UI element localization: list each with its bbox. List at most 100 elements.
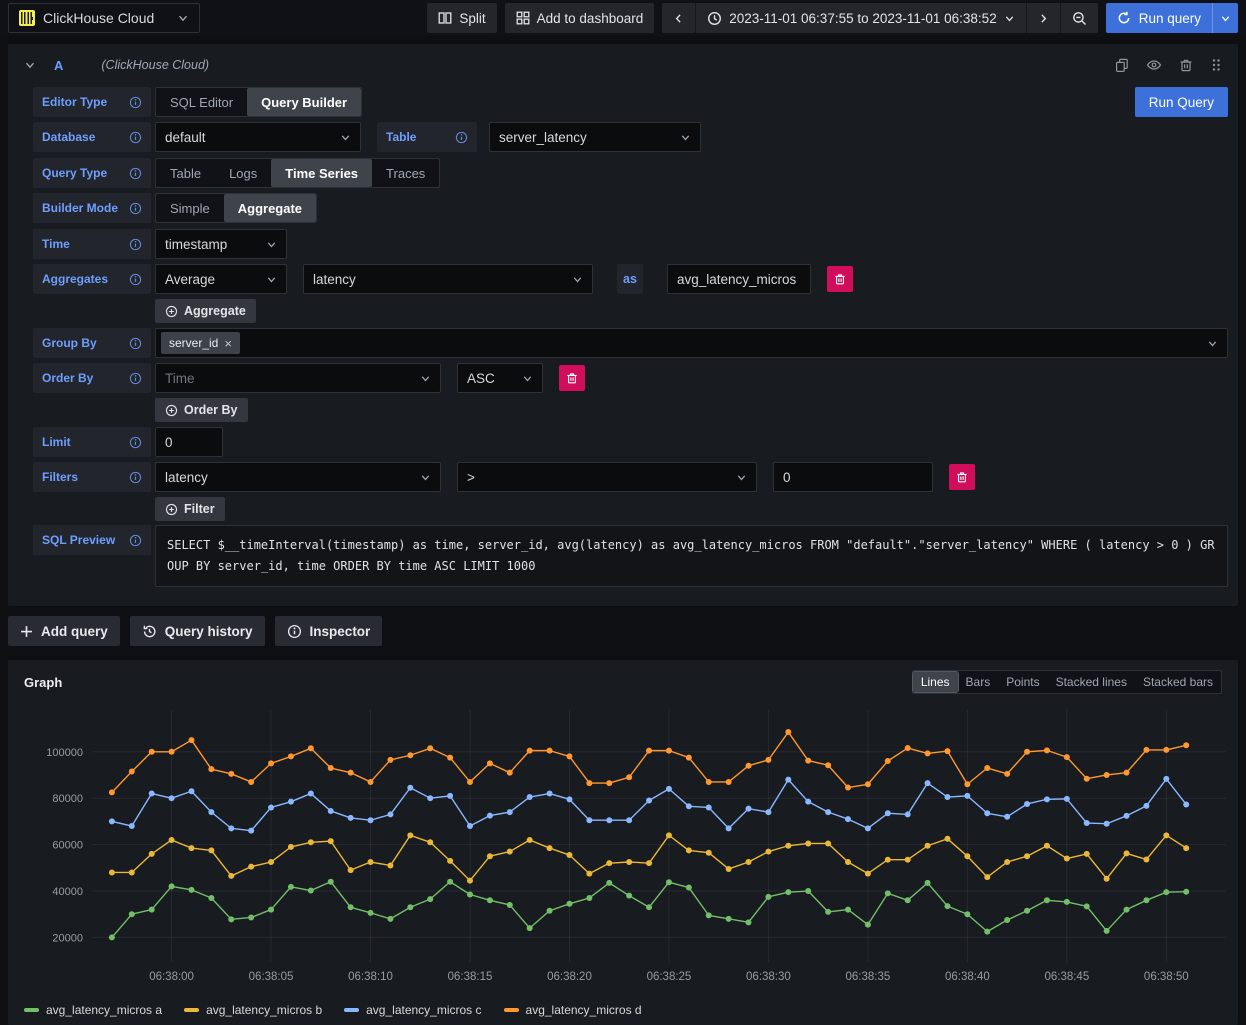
trash-icon: [956, 471, 968, 483]
order-by-column-select[interactable]: Time: [155, 363, 441, 393]
legend-item[interactable]: avg_latency_micros c: [344, 1003, 481, 1017]
time-shift-back-button[interactable]: [662, 3, 695, 33]
order-by-direction-select[interactable]: ASC: [457, 363, 543, 393]
remove-query-trash-icon[interactable]: [1179, 58, 1193, 72]
time-column-select[interactable]: timestamp: [155, 229, 287, 259]
svg-text:06:38:25: 06:38:25: [647, 971, 692, 983]
chevron-left-icon: [673, 13, 684, 24]
row-filters: Filters latency > 0: [33, 461, 1228, 493]
row-builder-mode: Builder Mode Simple Aggregate: [33, 192, 1228, 224]
legend-swatch: [24, 1008, 39, 1012]
refresh-icon: [1117, 11, 1131, 25]
filter-column-select[interactable]: latency: [155, 462, 441, 492]
database-label: Database: [33, 122, 151, 152]
graph-style-lines[interactable]: Lines: [913, 672, 958, 692]
svg-text:40000: 40000: [52, 886, 83, 898]
aggregate-column-select[interactable]: latency: [303, 264, 593, 294]
run-query-button[interactable]: Run Query: [1135, 87, 1228, 117]
group-by-label: Group By: [33, 328, 151, 358]
editor-type-toggle: SQL Editor Query Builder: [155, 87, 362, 117]
legend-item[interactable]: avg_latency_micros a: [24, 1003, 162, 1017]
chevron-down-icon: [736, 472, 747, 483]
query-header: A (ClickHouse Cloud): [18, 50, 1228, 80]
remove-aggregate-button[interactable]: [827, 266, 853, 292]
builder-mode-aggregate[interactable]: Aggregate: [224, 194, 316, 222]
zoom-out-button[interactable]: [1060, 3, 1098, 33]
remove-filter-button[interactable]: [949, 464, 975, 490]
remove-tag-icon[interactable]: ×: [224, 336, 232, 351]
drag-handle-icon[interactable]: [1210, 58, 1222, 72]
duplicate-query-icon[interactable]: [1115, 58, 1129, 72]
hide-response-eye-icon[interactable]: [1146, 58, 1162, 72]
aggregate-alias-input[interactable]: avg_latency_micros: [667, 264, 811, 294]
add-query-button[interactable]: Add query: [8, 616, 120, 646]
sql-preview-text: SELECT $__timeInterval(timestamp) as tim…: [155, 525, 1228, 587]
aggregate-function-select[interactable]: Average: [155, 264, 287, 294]
legend-item[interactable]: avg_latency_micros d: [504, 1003, 642, 1017]
editor-type-sql-editor[interactable]: SQL Editor: [156, 88, 247, 116]
query-type-logs[interactable]: Logs: [215, 159, 271, 187]
trash-icon: [566, 372, 578, 384]
remove-order-by-button[interactable]: [559, 365, 585, 391]
add-aggregate-button[interactable]: Aggregate: [155, 299, 256, 323]
graph-style-stacked-bars[interactable]: Stacked bars: [1135, 672, 1221, 692]
inspector-button[interactable]: Inspector: [275, 616, 383, 646]
time-series-chart[interactable]: 2000040000600008000010000006:38:0006:38:…: [16, 698, 1230, 997]
query-type-traces[interactable]: Traces: [372, 159, 439, 187]
info-icon: [129, 96, 142, 109]
clock-icon: [707, 11, 722, 26]
builder-mode-simple[interactable]: Simple: [156, 194, 224, 222]
table-label: Table: [377, 122, 477, 152]
svg-text:06:38:05: 06:38:05: [249, 971, 294, 983]
chevron-down-icon: [177, 12, 189, 24]
circle-plus-icon: [165, 404, 178, 417]
graph-style-bars[interactable]: Bars: [958, 672, 999, 692]
add-to-dashboard-button[interactable]: Add to dashboard: [505, 3, 655, 33]
add-order-by-button[interactable]: Order By: [155, 398, 248, 422]
time-range-button[interactable]: 2023-11-01 06:37:55 to 2023-11-01 06:38:…: [695, 3, 1025, 33]
query-ref-id[interactable]: A: [54, 58, 63, 73]
filter-value-input[interactable]: 0: [773, 462, 933, 492]
query-type-label: Query Type: [33, 158, 151, 188]
limit-input[interactable]: 0: [155, 427, 223, 457]
legend-swatch: [184, 1008, 199, 1012]
chevron-down-icon: [420, 373, 431, 384]
datasource-picker[interactable]: ClickHouse Cloud: [8, 3, 200, 33]
time-label: Time: [33, 229, 151, 259]
time-shift-forward-button[interactable]: [1026, 3, 1060, 33]
filter-operator-select[interactable]: >: [457, 462, 757, 492]
svg-text:06:38:30: 06:38:30: [746, 971, 791, 983]
datasource-name: ClickHouse Cloud: [43, 10, 154, 26]
info-icon: [129, 534, 142, 547]
svg-text:60000: 60000: [52, 840, 83, 852]
add-filter-button[interactable]: Filter: [155, 497, 225, 521]
group-by-tag-server-id[interactable]: server_id ×: [161, 332, 240, 354]
info-circle-icon: [287, 624, 302, 639]
split-button[interactable]: Split: [427, 3, 496, 33]
graph-style-stacked-lines[interactable]: Stacked lines: [1048, 672, 1135, 692]
legend-label: avg_latency_micros c: [366, 1003, 481, 1017]
graph-style-points[interactable]: Points: [998, 672, 1047, 692]
chevron-down-icon[interactable]: [1212, 3, 1238, 33]
database-select[interactable]: default: [155, 122, 361, 152]
aggregates-label: Aggregates: [33, 264, 151, 294]
graph-style-toggle: LinesBarsPointsStacked linesStacked bars: [912, 670, 1222, 694]
row-database-table: Database default Table server_latency: [33, 121, 1228, 153]
collapse-chevron-icon[interactable]: [24, 59, 36, 71]
as-badge: as: [617, 264, 643, 294]
group-by-multiselect[interactable]: server_id ×: [155, 328, 1228, 358]
svg-text:06:38:40: 06:38:40: [945, 971, 990, 983]
editor-type-query-builder[interactable]: Query Builder: [247, 88, 361, 116]
run-query-split-button[interactable]: Run query: [1106, 3, 1238, 33]
query-history-button[interactable]: Query history: [130, 616, 265, 646]
top-toolbar: ClickHouse Cloud Split Add to dashboard …: [0, 0, 1246, 36]
svg-text:06:38:00: 06:38:00: [149, 971, 194, 983]
info-icon: [129, 131, 142, 144]
legend-item[interactable]: avg_latency_micros b: [184, 1003, 322, 1017]
query-type-time-series[interactable]: Time Series: [271, 159, 372, 187]
legend-swatch: [504, 1008, 519, 1012]
table-select[interactable]: server_latency: [489, 122, 701, 152]
svg-text:06:38:45: 06:38:45: [1044, 971, 1089, 983]
query-type-table[interactable]: Table: [156, 159, 215, 187]
query-datasource-hint: (ClickHouse Cloud): [101, 58, 209, 72]
